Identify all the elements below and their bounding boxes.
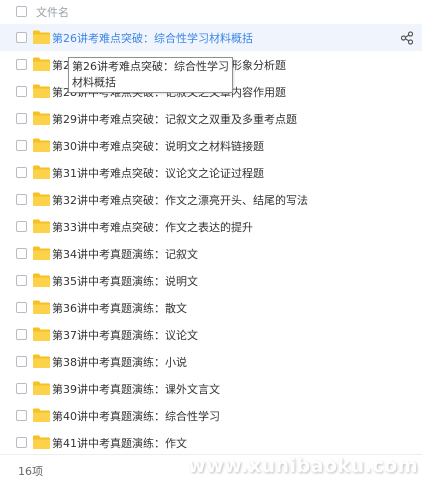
share-icon[interactable] [400,31,414,45]
file-row[interactable]: 第30讲中考难点突破：说明文之材料链接题 [0,132,422,159]
file-name[interactable]: 第33讲中考难点突破：作文之表达的提升 [52,219,253,235]
row-checkbox[interactable] [16,383,27,394]
file-row[interactable]: 第29讲中考难点突破：记叙文之双重及多重考点题 [0,105,422,132]
row-checkbox[interactable] [16,194,27,205]
row-checkbox[interactable] [16,59,27,70]
file-row[interactable]: 第40讲中考真题演练：综合性学习 [0,402,422,429]
folder-icon [33,381,50,395]
row-checkbox[interactable] [16,275,27,286]
file-name[interactable]: 第29讲中考难点突破：记叙文之双重及多重考点题 [52,111,297,127]
row-checkbox[interactable] [16,248,27,259]
folder-icon [33,273,50,287]
file-name[interactable]: 第38讲中考真题演练：小说 [52,354,187,370]
folder-icon [33,138,50,152]
file-row[interactable]: 第41讲中考真题演练：作文 [0,429,422,454]
folder-icon [33,408,50,422]
folder-icon [33,30,50,44]
folder-icon [33,300,50,314]
folder-icon [33,435,50,449]
folder-icon [33,354,50,368]
file-name[interactable]: 第32讲中考难点突破：作文之漂亮开头、结尾的写法 [52,192,308,208]
file-name[interactable]: 第37讲中考真题演练：议论文 [52,327,198,343]
file-name[interactable]: 第31讲中考难点突破：议论文之论证过程题 [52,165,264,181]
filename-tooltip: 第26讲考难点突破：综合性学习材料概括 [68,57,233,93]
file-name[interactable]: 第41讲中考真题演练：作文 [52,435,187,451]
row-checkbox[interactable] [16,32,27,43]
row-checkbox[interactable] [16,221,27,232]
file-row[interactable]: 第38讲中考真题演练：小说 [0,348,422,375]
file-name[interactable]: 第34讲中考真题演练：记叙文 [52,246,198,262]
file-name[interactable]: 第39讲中考真题演练：课外文言文 [52,381,220,397]
file-row[interactable]: 第31讲中考难点突破：议论文之论证过程题 [0,159,422,186]
select-all-checkbox[interactable] [16,6,27,17]
file-row[interactable]: 第34讲中考真题演练：记叙文 [0,240,422,267]
row-checkbox[interactable] [16,167,27,178]
file-row[interactable]: 第33讲中考难点突破：作文之表达的提升 [0,213,422,240]
file-name[interactable]: 第26讲考难点突破：综合性学习材料概括 [52,30,253,46]
row-checkbox[interactable] [16,140,27,151]
folder-icon [33,57,50,71]
row-checkbox[interactable] [16,329,27,340]
filename-column-header[interactable]: 文件名 [36,4,69,20]
folder-icon [33,165,50,179]
file-name[interactable]: 第30讲中考难点突破：说明文之材料链接题 [52,138,264,154]
file-name[interactable]: 第40讲中考真题演练：综合性学习 [52,408,220,424]
file-row[interactable]: 第26讲考难点突破：综合性学习材料概括 [0,24,422,51]
row-checkbox[interactable] [16,302,27,313]
folder-icon [33,246,50,260]
file-name[interactable]: 第36讲中考真题演练：散文 [52,300,187,316]
file-row[interactable]: 第39讲中考真题演练：课外文言文 [0,375,422,402]
file-row[interactable]: 第37讲中考真题演练：议论文 [0,321,422,348]
item-count: 16项 [18,465,43,478]
file-row[interactable]: 第32讲中考难点突破：作文之漂亮开头、结尾的写法 [0,186,422,213]
row-checkbox[interactable] [16,437,27,448]
row-checkbox[interactable] [16,86,27,97]
row-checkbox[interactable] [16,410,27,421]
folder-icon [33,84,50,98]
file-row[interactable]: 第35讲中考真题演练：说明文 [0,267,422,294]
folder-icon [33,327,50,341]
watermark: www.xunibaoku.com [188,455,418,477]
folder-icon [33,111,50,125]
file-name[interactable]: 第35讲中考真题演练：说明文 [52,273,198,289]
list-header: 文件名 [0,0,422,24]
file-row[interactable]: 第36讲中考真题演练：散文 [0,294,422,321]
row-checkbox[interactable] [16,113,27,124]
folder-icon [33,219,50,233]
folder-icon [33,192,50,206]
row-checkbox[interactable] [16,356,27,367]
